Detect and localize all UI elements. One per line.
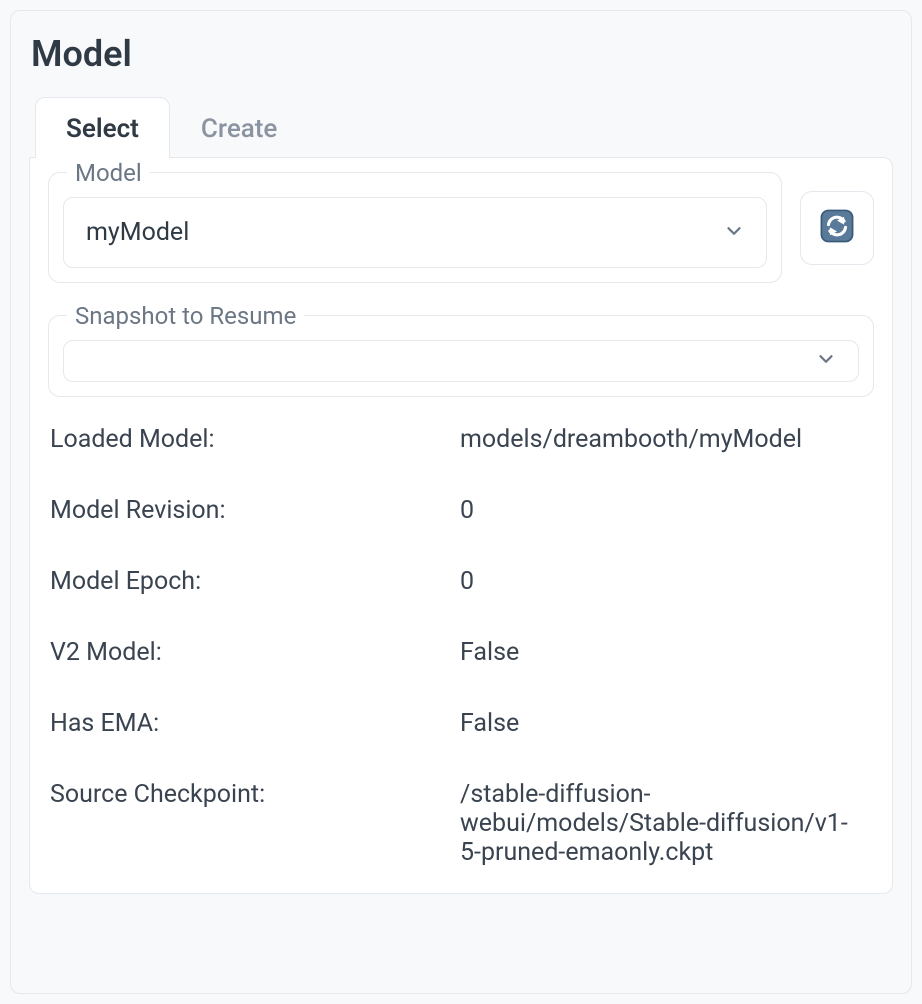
model-epoch-label: Model Epoch: xyxy=(50,567,460,596)
has-ema-label: Has EMA: xyxy=(50,709,460,738)
tab-select[interactable]: Select xyxy=(35,97,170,158)
model-row: Model myModel xyxy=(48,172,874,283)
loaded-model-label: Loaded Model: xyxy=(50,425,460,454)
v2-model-value: False xyxy=(460,638,874,667)
tab-content-select: Model myModel xyxy=(29,157,893,894)
model-select-wrap: myModel xyxy=(63,197,767,268)
tab-create[interactable]: Create xyxy=(170,97,308,158)
loaded-model-value: models/dreambooth/myModel xyxy=(460,425,874,454)
snapshot-fieldset: Snapshot to Resume xyxy=(48,315,874,397)
snapshot-select[interactable] xyxy=(63,340,859,382)
info-grid: Loaded Model: models/dreambooth/myModel … xyxy=(48,425,874,867)
source-checkpoint-value: /stable-diffusion-webui/models/Stable-di… xyxy=(460,780,874,867)
model-revision-value: 0 xyxy=(460,496,874,525)
has-ema-value: False xyxy=(460,709,874,738)
model-panel: Model Select Create Model myModel xyxy=(10,10,912,994)
refresh-icon xyxy=(820,209,854,246)
snapshot-select-wrap xyxy=(63,340,859,382)
model-epoch-value: 0 xyxy=(460,567,874,596)
model-select[interactable]: myModel xyxy=(63,197,767,268)
source-checkpoint-label: Source Checkpoint: xyxy=(50,780,460,867)
model-field-label: Model xyxy=(67,159,150,187)
page-title: Model xyxy=(31,33,893,75)
model-revision-label: Model Revision: xyxy=(50,496,460,525)
model-fieldset: Model myModel xyxy=(48,172,782,283)
refresh-button[interactable] xyxy=(800,191,874,265)
snapshot-field-label: Snapshot to Resume xyxy=(67,302,304,330)
tabs: Select Create xyxy=(29,97,893,158)
v2-model-label: V2 Model: xyxy=(50,638,460,667)
